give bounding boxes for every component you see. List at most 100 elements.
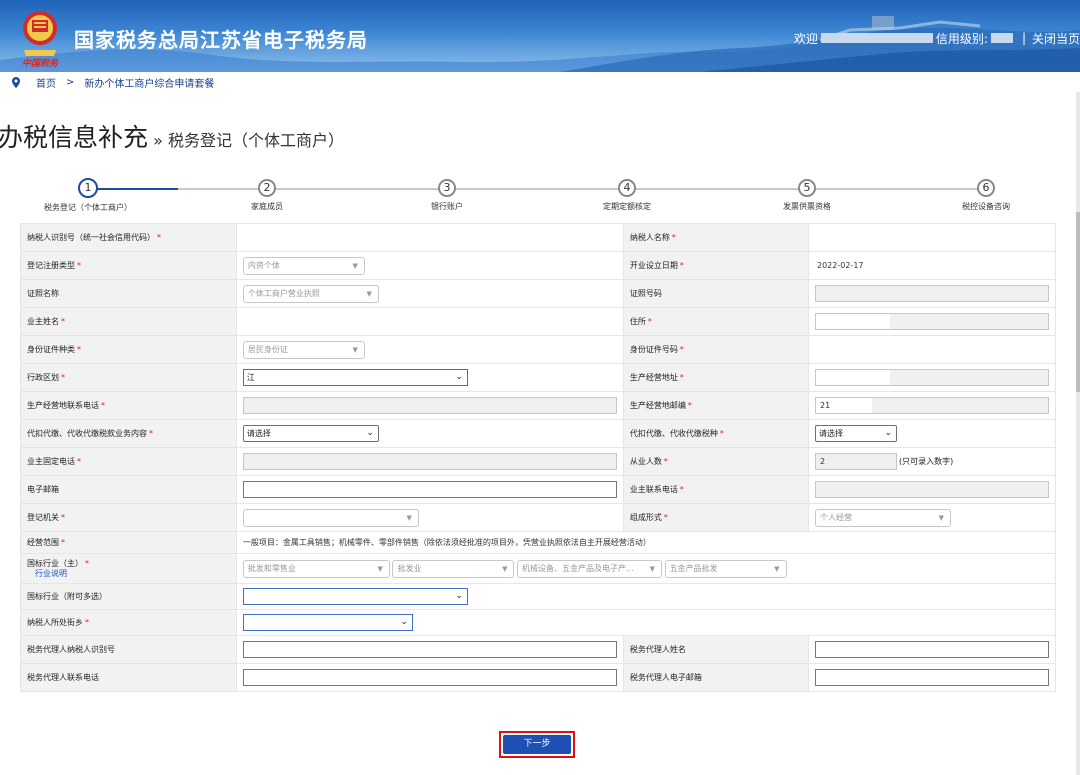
taxpayer-id-value: [235, 223, 624, 252]
breadcrumb-home-link[interactable]: 首页: [36, 75, 56, 90]
biz-phone-label: 生产经营地联系电话 *: [20, 391, 237, 420]
reg-type-select[interactable]: 内资个体 ▼: [242, 256, 365, 275]
caret-down-icon: ▼: [352, 345, 358, 354]
address-label: 住所 *: [622, 307, 810, 336]
owner-contact-label: 业主联系电话 *: [622, 475, 810, 504]
owner-phone-input[interactable]: [242, 453, 617, 470]
biz-addr-input[interactable]: [815, 369, 1049, 386]
cert-name-select[interactable]: 个体工商户营业执照 ▼: [242, 284, 379, 303]
page-subtitle: 税务登记（个体工商户）: [168, 131, 345, 150]
step-4-number: 4: [618, 179, 636, 197]
chevron-down-icon: ⌄: [400, 617, 408, 627]
step-5[interactable]: 5 发票供票资格: [737, 176, 877, 212]
industry-select-2[interactable]: 批发业 ▼: [392, 559, 515, 578]
step-1-number: 1: [78, 178, 98, 198]
form-row: 登记机关 * ▼ 组成形式 * 个人经营 ▼: [20, 503, 1056, 532]
step-3[interactable]: 3 银行账户: [377, 176, 517, 212]
owner-phone-label: 业主固定电话 *: [20, 447, 237, 476]
cert-no-label: 证照号码: [622, 279, 810, 308]
address-input[interactable]: [815, 313, 1049, 330]
step-3-number: 3: [438, 179, 456, 197]
email-label: 电子邮箱: [20, 475, 237, 504]
chevron-down-icon: ⌄: [366, 428, 374, 438]
step-4[interactable]: 4 定期定额核定: [557, 176, 697, 212]
form-row: 电子邮箱 业主联系电话 *: [20, 475, 1056, 504]
caret-down-icon: ▼: [406, 513, 412, 522]
form-row: 纳税人所处街乡 * ⌄: [20, 609, 1057, 636]
step-6[interactable]: 6 税控设备咨询: [916, 176, 1056, 212]
site-header: 中国税务 国家税务总局江苏省电子税务局 欢迎 信用级别: | 关闭当页: [0, 0, 1080, 72]
credit-level-label: 信用级别:: [935, 31, 988, 46]
street-select[interactable]: ⌄: [242, 614, 413, 631]
open-date-value: 2022-02-17: [817, 261, 864, 270]
form-row: 业主固定电话 * 从业人数 * 2 (只可录入数字): [20, 447, 1056, 476]
industry-select-3[interactable]: 机械设备、五金产品及电子产... ▼: [517, 559, 663, 578]
registration-form: 纳税人识别号（统一社会信用代码） * 纳税人名称 * 登记注册类型 * 内资个体 ▼ 开…: [20, 223, 1057, 692]
form-row: 登记注册类型 * 内资个体 ▼ 开业设立日期 * 2022-02-17: [20, 251, 1056, 280]
site-title: 国家税务总局江苏省电子税务局: [74, 28, 368, 52]
street-label: 纳税人所处街乡 *: [20, 609, 237, 636]
close-page-link[interactable]: 关闭当页: [1032, 30, 1080, 47]
user-bar: 欢迎 信用级别: | 关闭当页: [794, 29, 1080, 47]
owner-contact-input[interactable]: [815, 481, 1049, 498]
form-row: 生产经营地联系电话 * 生产经营地邮编 * 21: [20, 391, 1056, 420]
page-title: 办税信息补充 » 税务登记（个体工商户）: [0, 118, 344, 154]
caret-down-icon: ▼: [377, 564, 383, 573]
step-6-label: 税控设备咨询: [962, 202, 1010, 211]
open-date-label: 开业设立日期 *: [622, 251, 810, 280]
taxpayer-name-value: [808, 223, 1056, 252]
agent-name-label: 税务代理人姓名: [622, 635, 810, 664]
page-scrollbar[interactable]: [1076, 92, 1080, 775]
biz-scope-label: 经营范围 *: [20, 531, 237, 554]
id-type-select[interactable]: 居民身份证 ▼: [242, 340, 365, 359]
email-input[interactable]: [242, 481, 617, 498]
reg-authority-select[interactable]: ▼: [242, 508, 419, 527]
employees-note: (只可录入数字): [899, 457, 954, 466]
scrollbar-thumb[interactable]: [1076, 212, 1080, 392]
step-2[interactable]: 2 家庭成员: [197, 176, 337, 212]
step-6-number: 6: [977, 179, 995, 197]
biz-phone-input[interactable]: [242, 397, 617, 414]
location-pin-icon: [12, 76, 20, 88]
caret-down-icon: ▼: [938, 513, 944, 522]
industry-select-4[interactable]: 五金产品批发 ▼: [664, 559, 787, 578]
form-row: 证照名称 个体工商户营业执照 ▼ 证照号码: [20, 279, 1056, 308]
employees-label: 从业人数 *: [622, 447, 810, 476]
welcome-text: 欢迎: [793, 31, 818, 46]
agent-phone-input[interactable]: [242, 669, 617, 686]
withhold-content-select[interactable]: 请选择 ⌄: [242, 425, 379, 442]
withhold-content-label: 代扣代缴、代收代缴税款业务内容 *: [20, 419, 237, 448]
step-3-label: 银行账户: [431, 202, 463, 211]
step-1[interactable]: 1 税务登记（个体工商户）: [18, 176, 158, 213]
cert-no-input[interactable]: [815, 285, 1049, 302]
industry-extra-select[interactable]: ⌄: [242, 588, 468, 605]
biz-addr-label: 生产经营地址 *: [622, 363, 810, 392]
breadcrumb-arrow: >: [66, 76, 75, 88]
agent-id-label: 税务代理人纳税人识别号: [20, 635, 237, 664]
breadcrumb: 首页 > 新办个体工商户综合申请套餐: [0, 72, 1080, 92]
reg-type-label: 登记注册类型 *: [20, 251, 237, 280]
form-row: 经营范围 * 一般项目：金属工具销售；机械零件、零部件销售（除依法须经批准的项目外…: [20, 531, 1057, 554]
reg-authority-label: 登记机关 *: [20, 503, 237, 532]
next-button[interactable]: 下一步: [503, 735, 571, 754]
breadcrumb-current[interactable]: 新办个体工商户综合申请套餐: [84, 75, 214, 90]
agent-name-input[interactable]: [815, 641, 1049, 658]
id-type-label: 身份证件种类 *: [20, 335, 237, 364]
agent-id-input[interactable]: [242, 641, 617, 658]
chevron-down-icon: ⌄: [884, 428, 892, 438]
step-5-label: 发票供票资格: [783, 202, 831, 211]
industry-desc-link[interactable]: 行业说明: [35, 569, 67, 578]
agent-email-input[interactable]: [815, 669, 1049, 686]
org-form-select[interactable]: 个人经营 ▼: [815, 508, 951, 527]
withhold-tax-select[interactable]: 请选择 ⌄: [815, 425, 897, 442]
form-row: 税务代理人联系电话 税务代理人电子邮箱: [20, 663, 1056, 692]
biz-scope-value: 一般项目：金属工具销售；机械零件、零部件销售（除依法须经批准的项目外，凭营业执照…: [235, 531, 1057, 554]
industry-select-1[interactable]: 批发和零售业 ▼: [242, 559, 390, 578]
industry-main-label: 国标行业（主） * 行业说明: [20, 553, 237, 584]
form-row: 国标行业（附可多选） ⌄: [20, 583, 1057, 610]
separator: |: [1021, 31, 1026, 45]
region-select[interactable]: 江 ⌄: [242, 369, 468, 386]
biz-zip-input[interactable]: 21: [815, 397, 1049, 414]
employees-input[interactable]: 2: [815, 453, 897, 470]
masked-username: [820, 33, 933, 43]
